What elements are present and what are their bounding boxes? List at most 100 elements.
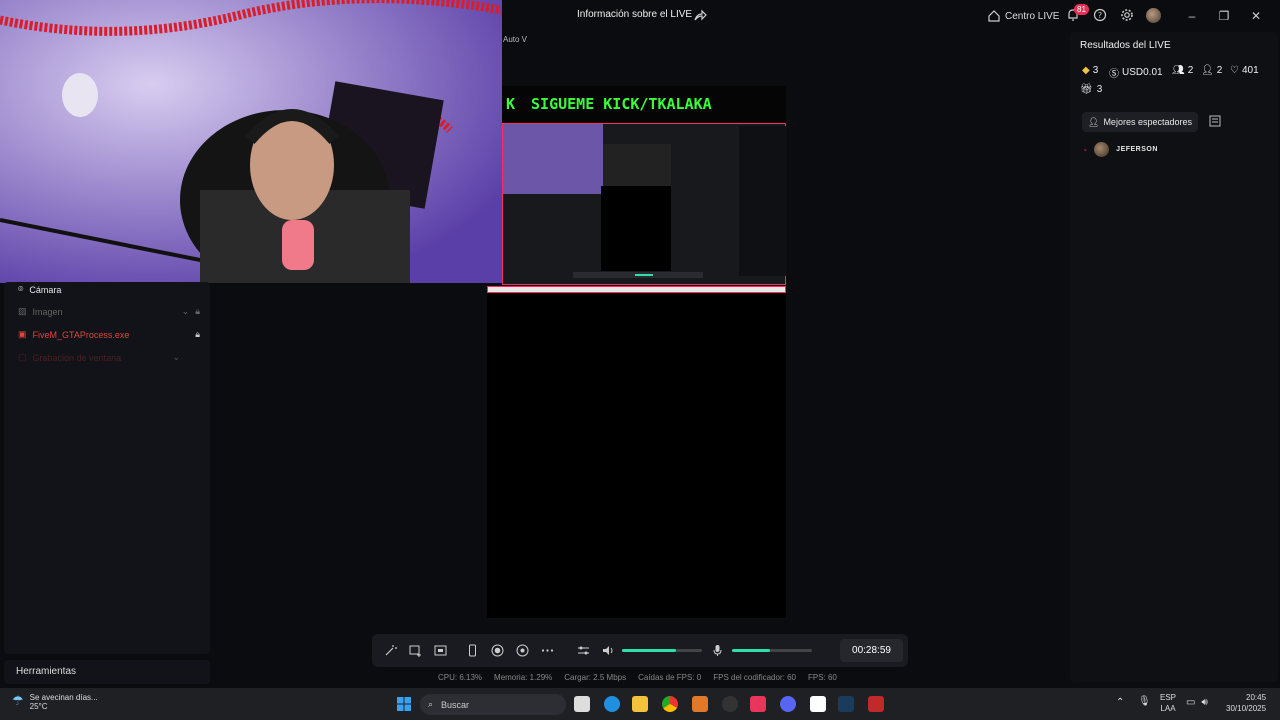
sliders-icon[interactable] <box>577 644 590 657</box>
gear-icon[interactable] <box>1120 8 1134 22</box>
profile-avatar[interactable] <box>1146 8 1161 23</box>
taskbar-strip-preview <box>487 286 786 293</box>
capcut-icon[interactable] <box>810 696 826 712</box>
clock-time: 20:45 <box>1246 693 1267 702</box>
upload-stat: Cargar: 2.5 Mbps <box>564 673 627 682</box>
fps-drops-stat: Caídas de FPS: 0 <box>638 673 702 682</box>
microphone-icon[interactable] <box>711 644 724 657</box>
chevron-down-icon[interactable]: ⌄ <box>172 352 180 363</box>
magic-wand-icon[interactable] <box>384 644 397 657</box>
diamonds-value: 3 <box>1092 65 1099 76</box>
banner-text: SIGUEME KICK/TKALAKA <box>531 95 712 113</box>
viewers-metric: 👥︎ 2 <box>1172 65 1193 76</box>
help-icon[interactable]: ? <box>1093 8 1107 22</box>
close-button[interactable]: ✕ <box>1248 8 1264 24</box>
edge-icon[interactable] <box>604 696 620 712</box>
steam-icon[interactable] <box>838 696 854 712</box>
app-icon[interactable] <box>692 696 708 712</box>
top-viewer-row[interactable]: - JEFERSON <box>1084 142 1158 157</box>
top-viewers-label: Mejores espectadores <box>1103 117 1192 127</box>
camera-settings-icon[interactable] <box>516 644 529 657</box>
game-app-icon[interactable] <box>868 696 884 712</box>
clock-date: 30/10/2025 <box>1226 704 1267 713</box>
lock-icon[interactable]: 🔒︎ <box>195 306 200 317</box>
system-clock[interactable]: 20:45 30/10/2025 <box>1226 692 1266 714</box>
source-label: Imagen <box>32 306 63 317</box>
task-view-icon[interactable] <box>574 696 590 712</box>
results-title: Resultados del LIVE <box>1080 40 1171 51</box>
tools-section[interactable]: Herramientas <box>4 660 210 684</box>
source-item-camera[interactable]: ⌾ Cámara <box>18 284 61 295</box>
memory-stat: Memoria: 1.29% <box>494 673 553 682</box>
svg-text:?: ? <box>1098 11 1102 20</box>
tools-label: Herramientas <box>16 666 77 677</box>
source-label: Grabación de ventana <box>32 352 122 363</box>
lang-line2: LAA <box>1160 704 1176 713</box>
language-indicator[interactable]: ESP LAA <box>1160 692 1176 714</box>
webcam-preview[interactable] <box>0 0 502 283</box>
gifts-value: 3 <box>1096 84 1103 95</box>
chrome-icon[interactable] <box>662 696 678 712</box>
likes-metric: ♡ 401 <box>1230 65 1259 76</box>
record-icon[interactable] <box>491 644 504 657</box>
volume-slider[interactable] <box>622 649 702 652</box>
list-icon[interactable] <box>1209 115 1221 127</box>
game-capture-icon: ▣ <box>18 329 27 339</box>
windows-start-icon[interactable] <box>396 696 412 712</box>
chevron-down-icon[interactable]: ⌄ <box>182 306 190 317</box>
restore-button[interactable]: ❐ <box>1216 8 1232 24</box>
layout-icon[interactable] <box>434 644 447 657</box>
users-icon: 👥︎ <box>1172 65 1185 76</box>
source-item-window[interactable]: ▢ Grabación de ventana ⌄ <box>18 352 180 363</box>
notification-badge: 81 <box>1074 4 1089 15</box>
taskbar-search[interactable]: ⌕ Buscar <box>420 694 566 715</box>
mic-slider[interactable] <box>732 649 812 652</box>
auto-mode-label[interactable]: Auto V <box>503 35 527 44</box>
webcam-scene <box>0 0 502 283</box>
discord-icon[interactable] <box>780 696 796 712</box>
image-icon: ▨ <box>18 306 27 316</box>
live-timer: 00:28:59 <box>840 639 903 662</box>
weather-temp: 25°C <box>29 702 48 711</box>
diamond-icon: ◆ <box>1082 65 1090 76</box>
volume-fill <box>622 649 677 652</box>
performance-stats: CPU: 6.13% Memoria: 1.29% Cargar: 2.5 Mb… <box>438 673 837 682</box>
file-explorer-icon[interactable] <box>632 696 648 712</box>
usd-metric: Ⓢ USD0.01 <box>1109 65 1163 80</box>
lang-line1: ESP <box>1160 693 1177 702</box>
network-icon: ▭ <box>1186 697 1196 708</box>
likes-value: 401 <box>1241 65 1259 76</box>
viewer-avatar <box>1094 142 1110 157</box>
followers-value: 2 <box>1216 65 1223 76</box>
obs-icon[interactable] <box>722 696 738 712</box>
system-tray[interactable]: ▭ 🔊︎ <box>1186 697 1208 708</box>
cpu-stat: CPU: 6.13% <box>438 673 483 682</box>
centro-live-button[interactable]: Centro LIVE <box>987 9 1059 23</box>
home-icon <box>988 10 1000 22</box>
rank-dash-icon: - <box>1084 145 1088 154</box>
phone-icon[interactable] <box>466 644 479 657</box>
gifts-metric: 🎁︎ 3 <box>1080 84 1102 95</box>
tiktok-live-icon[interactable] <box>750 696 766 712</box>
nested-screen-capture[interactable] <box>502 123 787 285</box>
mic-tray-icon[interactable]: 🎙︎ <box>1138 696 1151 707</box>
weather-widget[interactable]: ☂ Se avecinan días... 25°C <box>12 693 98 711</box>
lock-icon[interactable]: 🔒︎ <box>195 329 200 340</box>
minimize-button[interactable]: – <box>1184 8 1200 24</box>
top-viewers-tab[interactable]: 👤︎ Mejores espectadores <box>1082 112 1198 132</box>
sources-panel: ⌾ Cámara ▨ Imagen ⌄ 🔒︎ ▣ FiveM_GTAProces… <box>4 282 210 654</box>
weather-text: Se avecinan días... <box>29 693 98 702</box>
source-label: FiveM_GTAProcess.exe <box>32 329 130 340</box>
user-icon: 👤︎ <box>1088 116 1100 127</box>
add-user-icon: 👤︎ <box>1201 65 1214 76</box>
speaker-icon[interactable] <box>602 644 615 657</box>
chevron-up-icon[interactable]: ⌃ <box>1116 697 1124 708</box>
live-info-title[interactable]: Información sobre el LIVE <box>577 9 692 20</box>
source-item-image[interactable]: ▨ Imagen ⌄ 🔒︎ <box>18 306 200 317</box>
add-source-icon[interactable] <box>409 644 422 657</box>
camera-icon: ⌾ <box>18 284 24 294</box>
stream-canvas[interactable] <box>487 293 786 618</box>
share-icon[interactable] <box>693 9 707 23</box>
source-item-fivem[interactable]: ▣ FiveM_GTAProcess.exe 🔒︎ <box>18 329 200 340</box>
more-icon[interactable] <box>541 644 554 657</box>
